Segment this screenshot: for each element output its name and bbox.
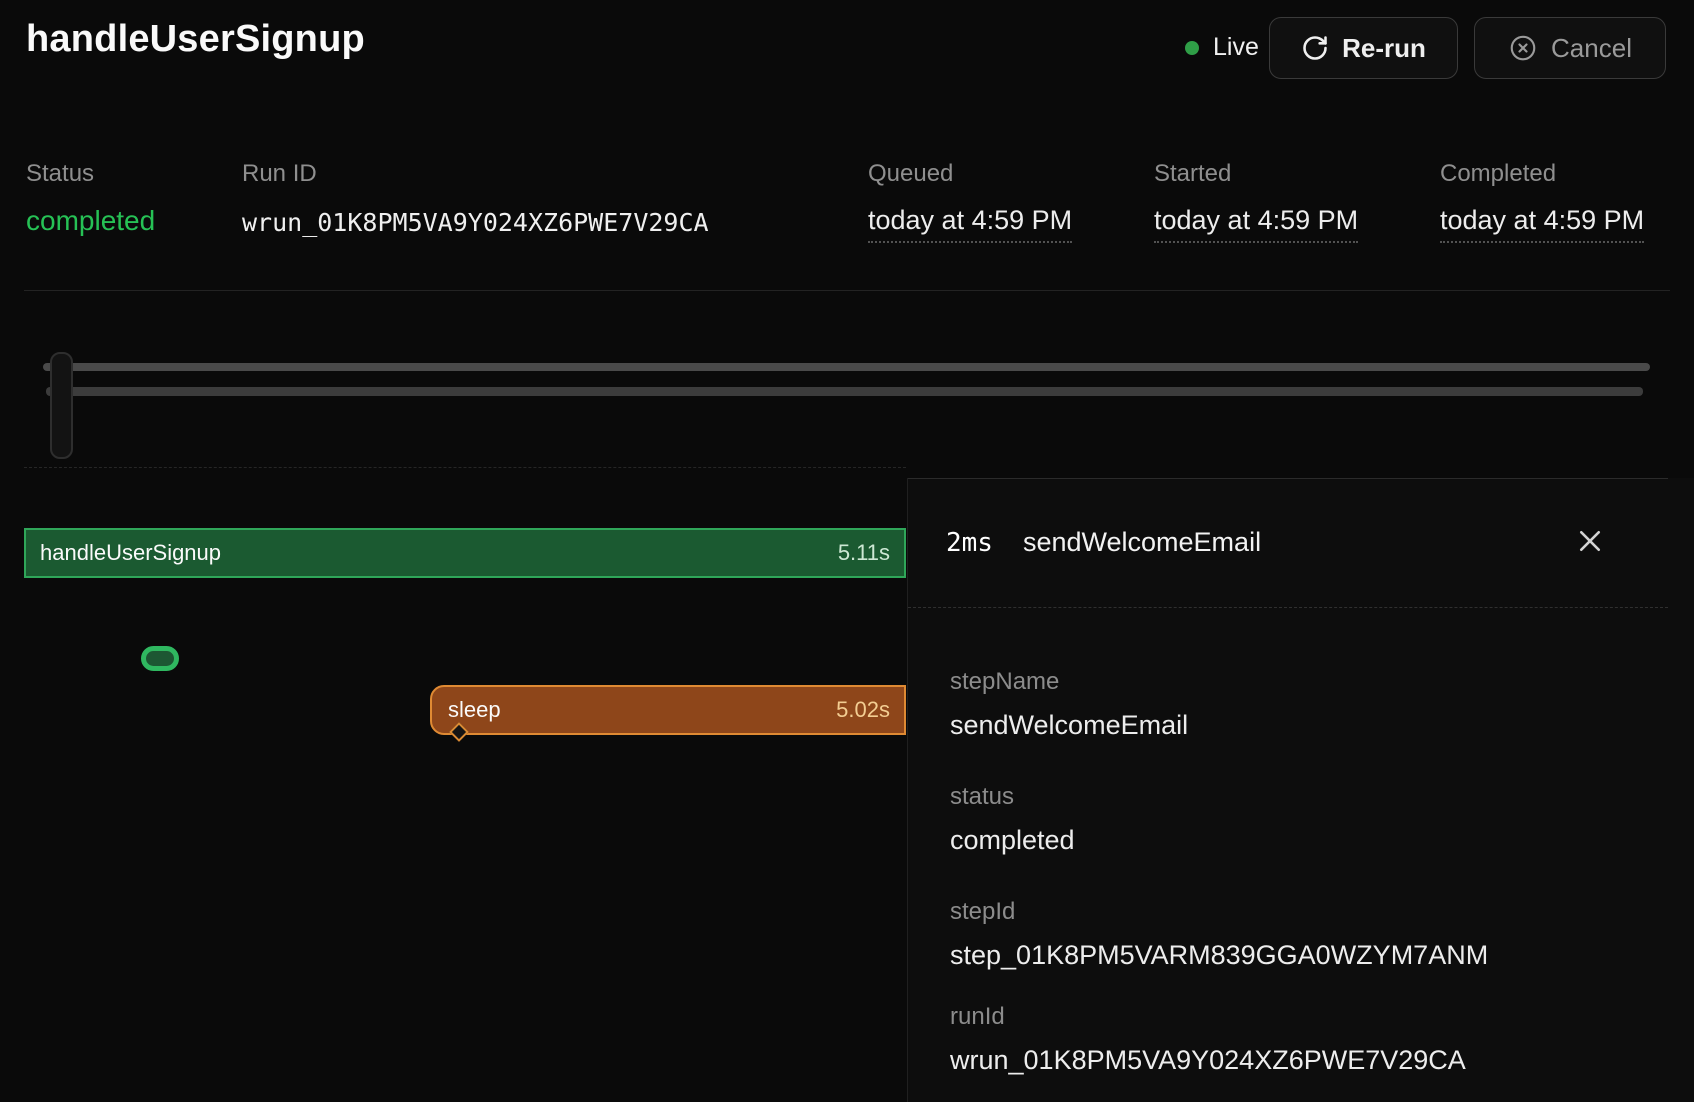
panel-step-title: sendWelcomeEmail	[1023, 527, 1261, 558]
timeline-bar-sleep[interactable]: sleep 5.02s	[430, 685, 906, 735]
panel-close-button[interactable]	[1562, 514, 1618, 570]
field-stepid: stepId step_01K8PM5VARM839GGA0WZYM7ANM	[950, 898, 1015, 926]
field-status-value: completed	[950, 825, 1075, 856]
page-title: handleUserSignup	[26, 18, 365, 61]
queued-value: today at 4:59 PM	[868, 205, 1072, 243]
status-value: completed	[26, 205, 155, 237]
run-id-value: wrun_01K8PM5VA9Y024XZ6PWE7V29CA	[242, 208, 709, 237]
field-stepid-value: step_01K8PM5VARM839GGA0WZYM7ANM	[950, 940, 1488, 971]
selected-step-pill-icon[interactable]	[141, 646, 179, 671]
workflow-run-page: handleUserSignup Live Re-run Cancel Stat…	[0, 0, 1694, 1102]
field-runid-label: runId	[950, 1003, 1005, 1031]
live-status: Live	[1185, 33, 1259, 62]
panel-step-duration: 2ms	[946, 528, 993, 558]
panel-header-divider	[908, 607, 1668, 608]
rerun-button[interactable]: Re-run	[1269, 17, 1458, 79]
rerun-button-label: Re-run	[1342, 33, 1426, 64]
run-id-label: Run ID	[242, 160, 317, 188]
timeline-bar-root[interactable]: handleUserSignup 5.11s	[24, 528, 906, 578]
cancel-button[interactable]: Cancel	[1474, 17, 1666, 79]
minimap-root-bar	[43, 363, 1650, 371]
cancel-button-label: Cancel	[1551, 33, 1632, 64]
close-x-icon	[1575, 526, 1605, 559]
field-stepname-label: stepName	[950, 668, 1059, 696]
timeline-scrubber-handle[interactable]	[50, 352, 73, 459]
timeline-bar-sleep-label: sleep	[448, 697, 501, 723]
panel-header: 2ms sendWelcomeEmail	[908, 478, 1668, 607]
minimap-divider	[24, 467, 906, 468]
field-status-label: status	[950, 783, 1014, 811]
refresh-icon	[1301, 34, 1329, 62]
field-stepname-value: sendWelcomeEmail	[950, 710, 1188, 741]
circle-x-icon	[1508, 33, 1538, 63]
field-stepname: stepName sendWelcomeEmail	[950, 668, 1059, 696]
started-label: Started	[1154, 160, 1231, 188]
status-label: Status	[26, 160, 94, 188]
header-divider	[24, 290, 1670, 291]
field-stepid-label: stepId	[950, 898, 1015, 926]
minimap-sleep-bar	[46, 387, 1643, 396]
queued-label: Queued	[868, 160, 953, 188]
completed-value: today at 4:59 PM	[1440, 205, 1644, 243]
completed-label: Completed	[1440, 160, 1556, 188]
timeline-bar-root-label: handleUserSignup	[40, 540, 221, 566]
field-runid: runId wrun_01K8PM5VA9Y024XZ6PWE7V29CA	[950, 1003, 1005, 1031]
timeline-bar-root-duration: 5.11s	[838, 540, 890, 566]
step-detail-panel: 2ms sendWelcomeEmail stepName sendWelcom…	[907, 478, 1694, 1102]
live-dot-icon	[1185, 41, 1199, 55]
timeline-bar-sleep-duration: 5.02s	[836, 697, 890, 723]
live-label: Live	[1213, 33, 1259, 62]
started-value: today at 4:59 PM	[1154, 205, 1358, 243]
field-runid-value: wrun_01K8PM5VA9Y024XZ6PWE7V29CA	[950, 1045, 1466, 1076]
field-status: status completed	[950, 783, 1014, 811]
